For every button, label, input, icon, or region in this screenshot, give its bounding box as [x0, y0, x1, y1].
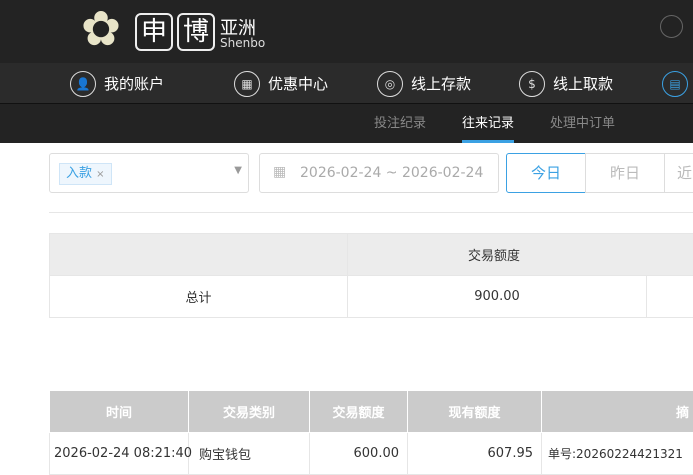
cell-type: 购宝钱包 [188, 432, 310, 475]
table-row: 2026-02-24 08:21:40 购宝钱包 600.00 607.95 单… [49, 432, 693, 475]
logo-char-box: 申 [135, 13, 173, 51]
chevron-down-icon: ▼ [234, 165, 242, 176]
yesterday-button[interactable]: 昨日 [585, 153, 665, 193]
flower-logo-icon: ✿ [80, 1, 122, 57]
type-select[interactable]: 入款 × ▼ [49, 153, 249, 193]
summary-table: 交易额度 总计 900.00 [49, 233, 693, 318]
nav-label: 优惠中心 [268, 75, 329, 93]
tab-transaction-records[interactable]: 往来记录 [462, 104, 515, 143]
col-header-type: 交易类别 [188, 390, 310, 433]
top-bar: ✿ 申 博 亚洲 Shenbo [0, 0, 693, 63]
summary-header: 交易额度 [346, 233, 693, 276]
brand-name: Shenbo [220, 36, 266, 50]
withdraw-icon: $ [519, 70, 545, 97]
nav-records[interactable]: ▤ [662, 63, 688, 104]
nav-deposit[interactable]: ◎ 线上存款 [377, 63, 471, 104]
col-header-balance: 现有额度 [407, 390, 542, 433]
divider [49, 212, 693, 213]
user-profile-icon[interactable] [660, 15, 683, 38]
today-button[interactable]: 今日 [506, 153, 586, 193]
nav-label: 我的账户 [104, 75, 165, 93]
summary-total-label: 总计 [49, 275, 348, 318]
col-header-amount: 交易额度 [309, 390, 408, 433]
user-icon: 👤 [70, 70, 96, 97]
close-icon[interactable]: × [96, 169, 104, 180]
records-icon: ▤ [662, 70, 688, 97]
type-tag: 入款 × [59, 163, 112, 185]
calendar-icon: ▦ [273, 164, 287, 180]
nav-promotions[interactable]: ▦ 优惠中心 [234, 63, 328, 104]
cell-balance: 607.95 [407, 432, 542, 475]
nav-label: 线上取款 [553, 75, 614, 93]
summary-empty [645, 275, 693, 318]
nav-my-account[interactable]: 👤 我的账户 [70, 63, 164, 104]
tab-pending-orders[interactable]: 处理中订单 [550, 104, 615, 143]
sub-nav: 投注纪录 往来记录 处理中订单 [0, 104, 693, 143]
col-header-time: 时间 [49, 390, 189, 433]
cell-amount: 600.00 [309, 432, 408, 475]
gift-icon: ▦ [234, 70, 260, 97]
cell-note: 单号:20260224421321 [541, 432, 693, 475]
logo-char-box: 博 [177, 13, 215, 51]
deposit-icon: ◎ [377, 70, 403, 97]
recent-button[interactable]: 近 [664, 153, 693, 193]
nav-withdraw[interactable]: $ 线上取款 [519, 63, 613, 104]
date-range-value: 2026-02-24 ~ 2026-02-24 [300, 165, 484, 181]
nav-label: 线上存款 [411, 75, 472, 93]
tab-bet-records[interactable]: 投注纪录 [374, 104, 426, 143]
summary-header-blank [49, 233, 348, 276]
summary-total-amount: 900.00 [347, 275, 647, 318]
date-range-input[interactable]: ▦ 2026-02-24 ~ 2026-02-24 [259, 153, 499, 193]
main-nav: 👤 我的账户 ▦ 优惠中心 ◎ 线上存款 $ 线上取款 ▤ [0, 63, 693, 104]
cell-time: 2026-02-24 08:21:40 [49, 432, 192, 475]
col-header-note: 摘 [541, 390, 693, 433]
type-tag-label: 入款 [66, 166, 93, 181]
records-table: 时间 交易类别 交易额度 现有额度 摘 2026-02-24 08:21:40 … [49, 390, 693, 475]
